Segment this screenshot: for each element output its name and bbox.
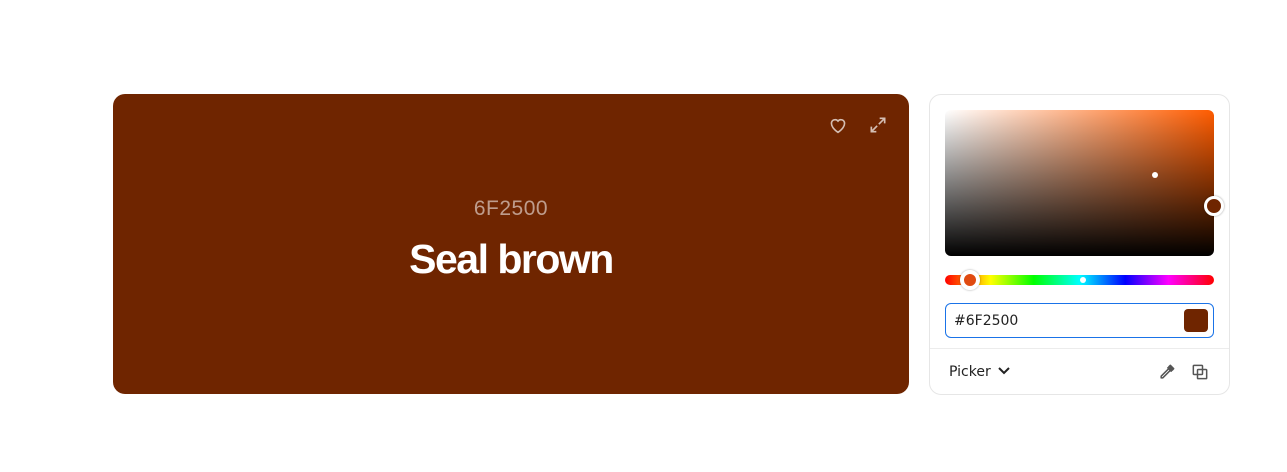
swatch-color-name: Seal brown xyxy=(409,236,614,282)
copy-icon[interactable] xyxy=(1189,361,1211,383)
sv-reference-dot xyxy=(1152,172,1158,178)
hex-input[interactable] xyxy=(954,304,1174,337)
picker-mode-dropdown[interactable]: Picker xyxy=(949,362,1011,382)
hue-reference-dot xyxy=(1080,277,1086,283)
hue-handle[interactable] xyxy=(960,270,980,290)
chevron-down-icon xyxy=(997,364,1011,380)
picker-mode-label: Picker xyxy=(949,364,991,380)
eyedropper-icon[interactable] xyxy=(1156,361,1178,383)
expand-icon[interactable] xyxy=(866,113,890,137)
heart-icon[interactable] xyxy=(826,113,850,137)
swatch-hex-label: 6F2500 xyxy=(473,197,549,220)
color-picker-panel: Picker xyxy=(929,94,1230,395)
sv-handle[interactable] xyxy=(1204,196,1224,216)
color-preview-chip xyxy=(1184,309,1208,332)
divider xyxy=(930,348,1229,349)
saturation-value-area[interactable] xyxy=(945,110,1224,256)
hex-input-field[interactable] xyxy=(945,303,1214,338)
color-swatch-panel: 6F2500 Seal brown xyxy=(113,94,909,394)
hue-slider[interactable] xyxy=(945,270,1214,290)
